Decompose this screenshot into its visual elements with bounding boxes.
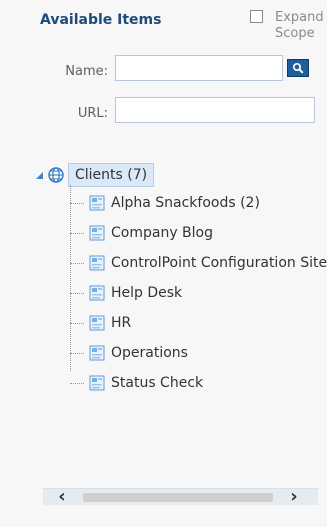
tree-item-label: Company Blog (111, 225, 213, 241)
tree-item-alpha-snackfoods[interactable]: Alpha Snackfoods (2) (70, 192, 260, 214)
tree-item-controlpoint-configuration-site[interactable]: ControlPoint Configuration Site (70, 252, 327, 274)
name-label: Name: (65, 64, 108, 79)
site-icon (89, 225, 105, 241)
tree-branch-line (70, 352, 84, 354)
tree-branch-line (70, 232, 84, 234)
name-filter-row: Name: (0, 58, 108, 86)
tree-item-label: Operations (111, 345, 188, 361)
tree-branch-line (70, 292, 84, 294)
url-input[interactable] (115, 97, 315, 123)
site-tree: Clients (7) Alpha Snackfoods (2) Company… (0, 155, 327, 485)
tree-root-label[interactable]: Clients (7) (68, 163, 155, 187)
panel-header: Available Items Expand Scope (0, 0, 327, 55)
site-icon (89, 255, 105, 271)
tree-branch-line (70, 382, 84, 384)
site-icon (89, 315, 105, 331)
site-icon (89, 195, 105, 211)
tree-branch-line (70, 202, 84, 204)
tree-item-label: Help Desk (111, 285, 183, 301)
tree-item-label: HR (111, 315, 132, 331)
tree-item-label: Status Check (111, 375, 204, 391)
url-label: URL: (77, 106, 108, 121)
name-input[interactable] (115, 55, 283, 81)
horizontal-scrollbar[interactable]: ‹ › (43, 488, 318, 506)
tree-branch-line (70, 322, 84, 324)
tree-item-help-desk[interactable]: Help Desk (70, 282, 182, 304)
globe-icon (48, 167, 64, 183)
tree-item-label: ControlPoint Configuration Site (111, 255, 327, 271)
search-button[interactable] (287, 59, 309, 77)
tree-item-status-check[interactable]: Status Check (70, 372, 203, 394)
scrollbar-thumb[interactable] (83, 493, 273, 502)
site-icon (89, 375, 105, 391)
site-icon (89, 345, 105, 361)
tree-branch-line (70, 262, 84, 264)
url-filter-row: URL: (0, 100, 108, 128)
scroll-left-arrow[interactable]: ‹ (53, 488, 71, 506)
tree-item-label: Alpha Snackfoods (2) (111, 195, 260, 211)
scroll-right-arrow[interactable]: › (285, 488, 303, 506)
expand-scope-checkbox[interactable] (250, 10, 263, 23)
search-icon (292, 62, 304, 74)
expand-triangle-icon[interactable] (35, 171, 44, 180)
tree-item-company-blog[interactable]: Company Blog (70, 222, 213, 244)
expand-scope-label: Expand Scope (275, 10, 324, 41)
tree-item-hr[interactable]: HR (70, 312, 131, 334)
site-icon (89, 285, 105, 301)
tree-item-operations[interactable]: Operations (70, 342, 188, 364)
tree-root-clients[interactable]: Clients (7) (35, 163, 155, 187)
available-items-panel: Available Items Expand Scope Name: URL: (0, 0, 327, 527)
panel-title: Available Items (40, 12, 162, 28)
